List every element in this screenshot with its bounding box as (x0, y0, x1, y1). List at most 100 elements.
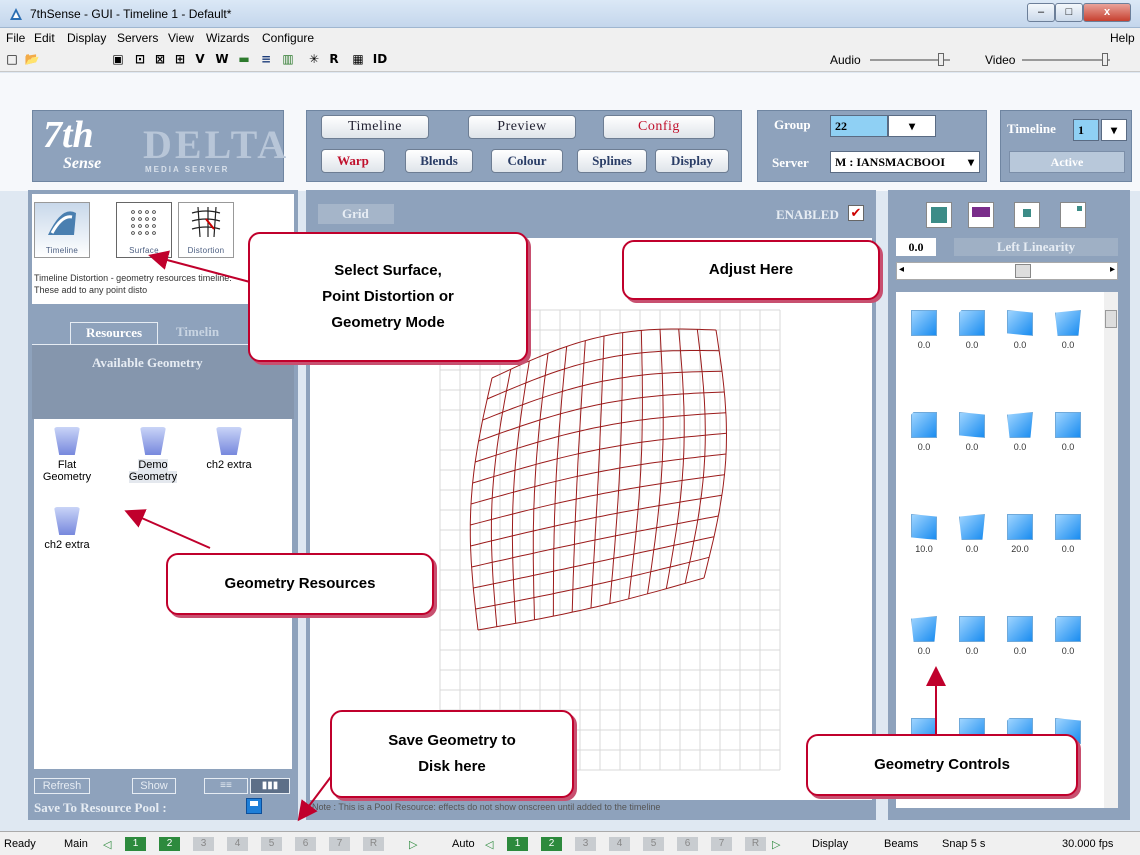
cue-number[interactable]: 1 (125, 837, 146, 851)
close-button[interactable]: x (1083, 3, 1131, 22)
geometry-control-cell[interactable]: 0.0 (998, 412, 1042, 452)
vertical-scrollbar[interactable] (1104, 292, 1118, 808)
tab-timeline-resources[interactable]: Timelin (168, 322, 232, 344)
control-mode-icon-1[interactable] (926, 202, 952, 228)
cue-number[interactable]: 5 (261, 837, 282, 851)
auto-prev-icon[interactable]: ◁ (485, 838, 493, 851)
save-disk-icon[interactable] (246, 798, 262, 814)
properties-icon[interactable]: ⊡ (132, 51, 148, 67)
slider-thumb[interactable] (1015, 264, 1031, 278)
tab-config[interactable]: Config (603, 115, 715, 139)
cue-number[interactable]: 4 (609, 837, 630, 851)
save-icon[interactable]: ▣ (110, 51, 126, 67)
id-button[interactable]: ID (372, 51, 388, 67)
list-view-toggle[interactable]: ≡≡ (204, 778, 248, 794)
subtab-blends[interactable]: Blends (405, 149, 473, 173)
geometry-item-ch2-extra-2[interactable]: ch2 extra (36, 507, 98, 551)
geometry-control-cell[interactable]: 0.0 (998, 616, 1042, 656)
menu-view[interactable]: View (168, 31, 194, 45)
server-select[interactable]: M : IANSMACBOOI ▾ (830, 151, 980, 173)
geometry-control-cell[interactable]: 0.0 (1046, 514, 1090, 554)
grid-button[interactable]: Grid (318, 204, 394, 224)
control-mode-icon-4[interactable] (1060, 202, 1086, 228)
layers-icon[interactable]: ≡ (258, 51, 274, 67)
geometry-item-demo[interactable]: Demo Geometry (122, 423, 184, 483)
refresh-button[interactable]: Refresh (34, 778, 90, 794)
tab-timeline[interactable]: Timeline (321, 115, 429, 139)
snowflake-icon[interactable]: ✳ (306, 51, 322, 67)
cue-number[interactable]: 2 (541, 837, 562, 851)
dots-view-icon[interactable]: ⊞ (172, 51, 188, 67)
tab-resources[interactable]: Resources (70, 322, 158, 344)
video-slider-track[interactable] (1022, 59, 1110, 61)
geometry-control-cell[interactable]: 0.0 (1046, 616, 1090, 656)
timeline-dropdown-arrow[interactable]: ▾ (1101, 119, 1127, 141)
geometry-control-cell[interactable]: 0.0 (902, 616, 946, 656)
menu-edit[interactable]: Edit (34, 31, 55, 45)
cue-number[interactable]: 7 (329, 837, 350, 851)
table-icon[interactable]: ▦ (350, 51, 366, 67)
geometry-item-ch2-extra[interactable]: ch2 extra (198, 427, 260, 471)
menu-servers[interactable]: Servers (117, 31, 158, 45)
subtab-warp[interactable]: Warp (321, 149, 385, 173)
geometry-control-cell[interactable]: 10.0 (902, 514, 946, 554)
control-mode-icon-3[interactable] (1014, 202, 1040, 228)
open-folder-icon[interactable]: 📂 (24, 51, 40, 67)
cue-number[interactable]: 3 (193, 837, 214, 851)
menu-wizards[interactable]: Wizards (206, 31, 249, 45)
cue-number[interactable]: 6 (295, 837, 316, 851)
cue-number[interactable]: 5 (643, 837, 664, 851)
r-button[interactable]: R (326, 51, 342, 67)
menu-file[interactable]: File (6, 31, 25, 45)
video-slider-thumb[interactable] (1102, 53, 1108, 66)
cue-number[interactable]: 4 (227, 837, 248, 851)
menu-configure[interactable]: Configure (262, 31, 314, 45)
mode-distortion[interactable]: Distortion (178, 202, 234, 258)
new-file-icon[interactable]: □ (4, 51, 20, 67)
enabled-checkbox[interactable]: ✔ (848, 205, 864, 221)
mode-timeline[interactable]: Timeline (34, 202, 90, 258)
grid-view-icon[interactable]: ⊠ (152, 51, 168, 67)
w-button[interactable]: W (214, 51, 230, 67)
parameter-slider[interactable]: ◂ ▸ (896, 262, 1118, 280)
geometry-control-cell[interactable]: 0.0 (1046, 310, 1090, 350)
geometry-item-flat[interactable]: Flat Geometry (36, 427, 98, 483)
geometry-control-cell[interactable]: 0.0 (950, 514, 994, 554)
cue-number[interactable]: 1 (507, 837, 528, 851)
auto-next-icon[interactable]: ▷ (772, 838, 780, 851)
menu-help[interactable]: Help (1110, 31, 1135, 45)
cue-number[interactable]: R (745, 837, 766, 851)
timeline-select[interactable]: 1 (1073, 119, 1099, 141)
show-button[interactable]: Show (132, 778, 176, 794)
bar-chart-icon[interactable]: ▥ (280, 51, 296, 67)
slider-left-arrow[interactable]: ◂ (899, 264, 904, 275)
geometry-control-cell[interactable]: 0.0 (998, 310, 1042, 350)
subtab-colour[interactable]: Colour (491, 149, 563, 173)
cue-number[interactable]: 6 (677, 837, 698, 851)
parameter-value[interactable]: 0.0 (896, 238, 936, 256)
minimize-button[interactable]: – (1027, 3, 1055, 22)
geometry-control-cell[interactable]: 20.0 (998, 514, 1042, 554)
geometry-control-cell[interactable]: 0.0 (950, 412, 994, 452)
tab-preview[interactable]: Preview (468, 115, 576, 139)
menu-display[interactable]: Display (67, 31, 106, 45)
cue-number[interactable]: 2 (159, 837, 180, 851)
subtab-display[interactable]: Display (655, 149, 729, 173)
group-select[interactable]: 22 (830, 115, 888, 137)
geometry-control-cell[interactable]: 0.0 (902, 412, 946, 452)
audio-slider-thumb[interactable] (938, 53, 944, 66)
geometry-control-cell[interactable]: 0.0 (950, 616, 994, 656)
subtab-splines[interactable]: Splines (577, 149, 647, 173)
mode-surface[interactable]: Surface (116, 202, 172, 258)
geometry-control-cell[interactable]: 0.0 (950, 310, 994, 350)
cue-number[interactable]: 7 (711, 837, 732, 851)
main-next-icon[interactable]: ▷ (409, 838, 417, 851)
group-dropdown-arrow[interactable]: ▾ (888, 115, 936, 137)
icon-view-toggle[interactable]: ▮▮▮ (250, 778, 290, 794)
control-mode-icon-2[interactable] (968, 202, 994, 228)
v-button[interactable]: V (192, 51, 208, 67)
monitor-icon[interactable]: ▬ (236, 51, 252, 67)
cue-number[interactable]: R (363, 837, 384, 851)
cue-number[interactable]: 3 (575, 837, 596, 851)
slider-right-arrow[interactable]: ▸ (1110, 264, 1115, 275)
